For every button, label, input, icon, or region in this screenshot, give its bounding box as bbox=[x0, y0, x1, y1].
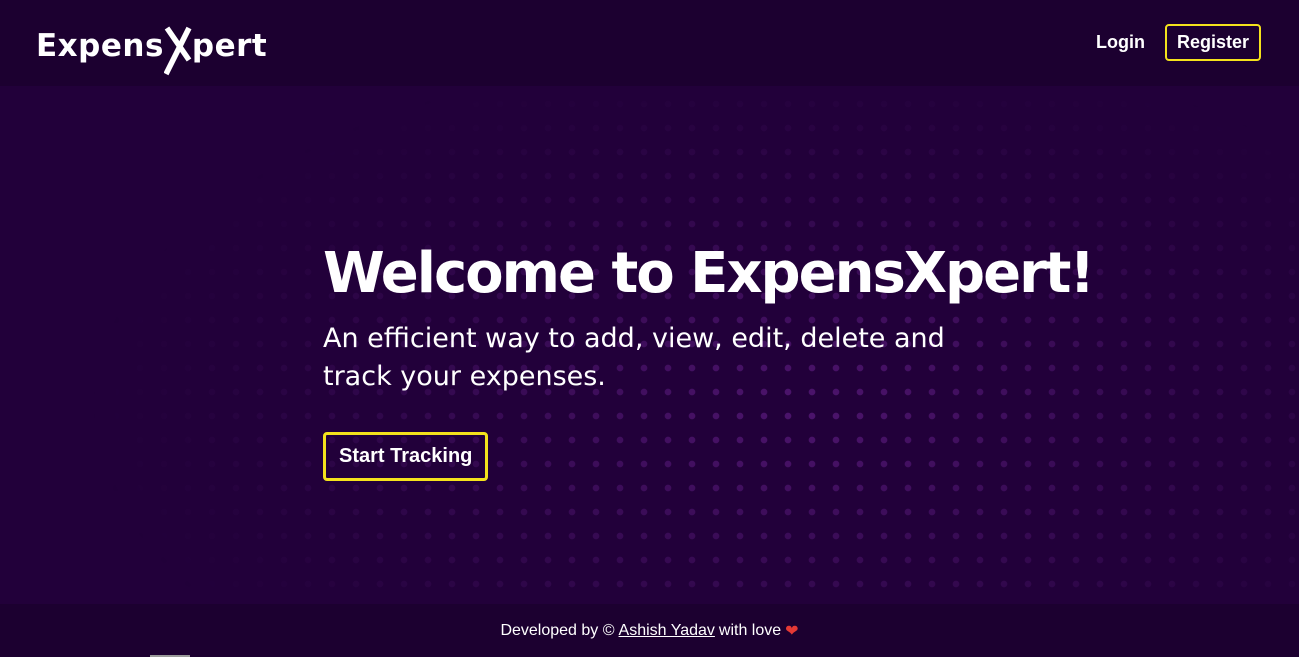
hero-subtitle: An efficient way to add, view, edit, del… bbox=[323, 323, 945, 392]
register-button[interactable]: Register bbox=[1164, 24, 1261, 61]
footer-prefix: Developed by © bbox=[500, 621, 615, 639]
footer-suffix: with love bbox=[718, 621, 782, 639]
footer: Developed by © Ashish Yadav with love ❤ bbox=[0, 604, 1299, 657]
x-logo-icon bbox=[163, 16, 192, 76]
login-link[interactable]: Login bbox=[1094, 26, 1147, 59]
navbar: Expens pert Login Register bbox=[0, 0, 1299, 86]
heart-icon: ❤ bbox=[785, 622, 799, 640]
logo-text-prefix: Expens bbox=[36, 28, 164, 64]
page: Expens pert Login Register Welcome to Ex… bbox=[0, 0, 1299, 657]
logo[interactable]: Expens pert bbox=[36, 16, 267, 76]
author-link[interactable]: Ashish Yadav bbox=[619, 622, 715, 640]
logo-text-suffix: pert bbox=[191, 28, 268, 64]
hero-section: Welcome to ExpensXpert! An efficient way… bbox=[323, 238, 1095, 481]
start-tracking-button[interactable]: Start Tracking bbox=[323, 432, 489, 481]
nav-links: Login Register bbox=[1094, 24, 1261, 61]
hero-title: Welcome to ExpensXpert! bbox=[323, 241, 1095, 306]
